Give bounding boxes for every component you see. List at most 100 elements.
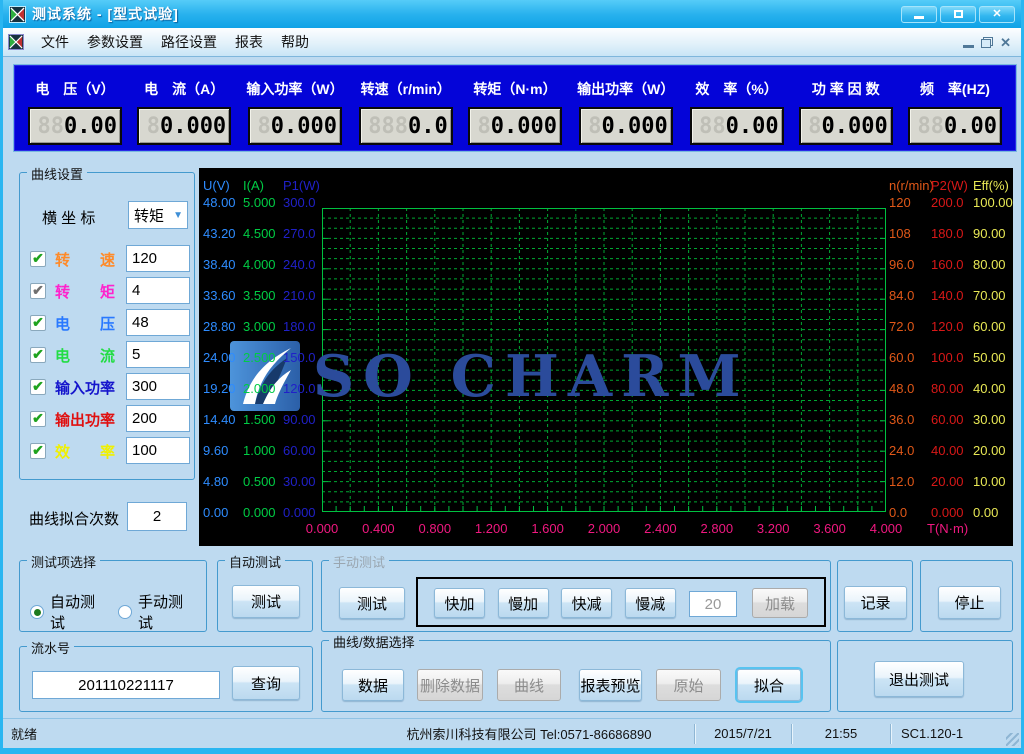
menu-item-3[interactable]: 路径设置 <box>152 28 226 56</box>
seven-segment-display: 80.000 <box>579 107 673 145</box>
meter-value: 0.000 <box>271 114 337 139</box>
axis-name-I(A): I(A) <box>243 178 264 193</box>
step-button-3[interactable]: 快减 <box>561 588 612 618</box>
axis-tick: 270.0 <box>283 227 325 241</box>
axis-tick: 60.00 <box>973 320 1015 334</box>
manual-test-button[interactable]: 测试 <box>339 587 405 619</box>
curve-checkbox[interactable]: ✔ <box>30 443 46 459</box>
axis-tick: 1.500 <box>243 413 285 427</box>
curve-label: 转 速 <box>55 249 117 270</box>
mdi-restore-icon[interactable] <box>981 37 993 48</box>
x-tick: 0.000 <box>306 521 339 536</box>
axis-tick: 0.00 <box>973 506 1015 520</box>
axis-tick: 4.500 <box>243 227 285 241</box>
chevron-down-icon: ▼ <box>173 210 183 221</box>
ghost-digits: 888 <box>368 114 408 139</box>
axis-tick: 20.00 <box>931 475 973 489</box>
curve-settings-group: 曲线设置 横 坐 标 转矩 ▼ ✔转 速120✔转 矩4✔电 压48✔电 流5✔… <box>19 172 195 480</box>
radio-2[interactable] <box>118 605 132 619</box>
status-state: 就绪 <box>3 724 364 744</box>
curve-checkbox[interactable]: ✔ <box>30 347 46 363</box>
app-icon-small <box>8 34 24 50</box>
menu-item-4[interactable]: 报表 <box>226 28 272 56</box>
maximize-button[interactable] <box>940 6 976 23</box>
step-button-4[interactable]: 慢减 <box>625 588 676 618</box>
axis-tick: 300.0 <box>283 196 325 210</box>
x-tick: 3.200 <box>757 521 790 536</box>
app-icon <box>9 6 26 23</box>
axis-tick: 4.80 <box>203 475 245 489</box>
record-button[interactable]: 记录 <box>844 586 907 619</box>
curve-checkbox[interactable]: ✔ <box>30 251 46 267</box>
axis-tick: 70.00 <box>973 289 1015 303</box>
ghost-digits: 88 <box>38 114 65 139</box>
x-axis-select[interactable]: 转矩 ▼ <box>128 201 188 229</box>
status-time: 21:55 <box>792 724 890 744</box>
ghost-digits: 8 <box>258 114 271 139</box>
check-icon: ✔ <box>32 379 44 393</box>
curve-row-4: ✔电 流5 <box>30 341 190 369</box>
fit-order-input[interactable]: 2 <box>127 502 187 531</box>
curve-row-2: ✔ 转 矩 4 <box>30 277 190 305</box>
meter-7: 效 率（%）880.00 <box>690 79 784 145</box>
app-window: 测试系统 - [型式试验] ✕ 文件参数设置路径设置报表帮助 ✕ 电 压（V）8… <box>0 0 1024 754</box>
menu-item-5[interactable]: 帮助 <box>272 28 318 56</box>
radio-1[interactable] <box>30 605 44 619</box>
mdi-close-icon[interactable]: ✕ <box>1000 36 1011 49</box>
step-button-1[interactable]: 快加 <box>434 588 485 618</box>
curve-checkbox[interactable]: ✔ <box>30 315 46 331</box>
axis-tick: 4.000 <box>243 258 285 272</box>
auto-test-button[interactable]: 测试 <box>232 585 300 618</box>
cd-button-4[interactable]: 报表预览 <box>579 669 642 701</box>
query-button[interactable]: 查询 <box>232 666 300 700</box>
curve-limit-input[interactable]: 48 <box>126 309 190 336</box>
curve-limit-value: 300 <box>132 378 157 395</box>
close-button[interactable]: ✕ <box>979 6 1015 23</box>
axis-tick: 80.00 <box>973 258 1015 272</box>
curve-checkbox[interactable]: ✔ <box>30 379 46 395</box>
meter-4: 转速（r/min）8880.0 <box>359 79 453 145</box>
axis-ticks-Eff(%): 100.0090.0080.0070.0060.0050.0040.0030.0… <box>973 196 1015 520</box>
meter-3: 输入功率（W）80.000 <box>246 79 343 145</box>
axis-tick: 14.40 <box>203 413 245 427</box>
curve-limit-input[interactable]: 200 <box>126 405 190 432</box>
axis-tick: 3.000 <box>243 320 285 334</box>
radio-label: 自动测试 <box>50 591 104 633</box>
stop-group: 停止 <box>920 560 1013 632</box>
axis-tick: 2.500 <box>243 351 285 365</box>
auto-test-group: 自动测试 测试 <box>217 560 313 632</box>
axis-tick: 19.20 <box>203 382 245 396</box>
curve-checkbox[interactable]: ✔ <box>30 283 46 299</box>
curve-limit-input[interactable]: 100 <box>126 437 190 464</box>
step-button-2[interactable]: 慢加 <box>498 588 549 618</box>
maximize-icon <box>954 10 963 18</box>
curve-checkbox[interactable]: ✔ <box>30 411 46 427</box>
mdi-minimize-icon[interactable] <box>963 45 974 48</box>
stop-button[interactable]: 停止 <box>938 586 1001 619</box>
axis-tick: 33.60 <box>203 289 245 303</box>
curve-limit-input[interactable]: 5 <box>126 341 190 368</box>
axis-tick: 60.00 <box>931 413 973 427</box>
meter-panel: 电 压（V）880.00电 流（A）80.000输入功率（W）80.000转速（… <box>13 64 1017 152</box>
meter-value: 0.000 <box>602 114 668 139</box>
curve-limit-input[interactable]: 300 <box>126 373 190 400</box>
curve-label: 转 矩 <box>55 281 117 302</box>
curve-row-5: ✔输入功率300 <box>30 373 190 401</box>
curve-limit-input[interactable]: 4 <box>126 277 190 304</box>
exit-group: 退出测试 <box>837 640 1013 712</box>
check-icon: ✔ <box>32 283 44 297</box>
exit-test-button[interactable]: 退出测试 <box>874 661 964 697</box>
menu-item-1[interactable]: 文件 <box>32 28 78 56</box>
meter-value: 0.000 <box>160 114 226 139</box>
cd-button-6[interactable]: 拟合 <box>737 669 801 701</box>
check-icon: ✔ <box>32 411 44 425</box>
resize-grip[interactable] <box>1006 733 1019 746</box>
load-value-input[interactable]: 20 <box>689 591 737 617</box>
axis-name-n(r/min): n(r/min) <box>889 178 934 193</box>
menu-item-2[interactable]: 参数设置 <box>78 28 152 56</box>
window-bottom-edge <box>3 748 1021 754</box>
serial-input[interactable]: 201110221117 <box>32 671 220 699</box>
curve-limit-input[interactable]: 120 <box>126 245 190 272</box>
cd-button-1[interactable]: 数据 <box>342 669 404 701</box>
minimize-button[interactable] <box>901 6 937 23</box>
